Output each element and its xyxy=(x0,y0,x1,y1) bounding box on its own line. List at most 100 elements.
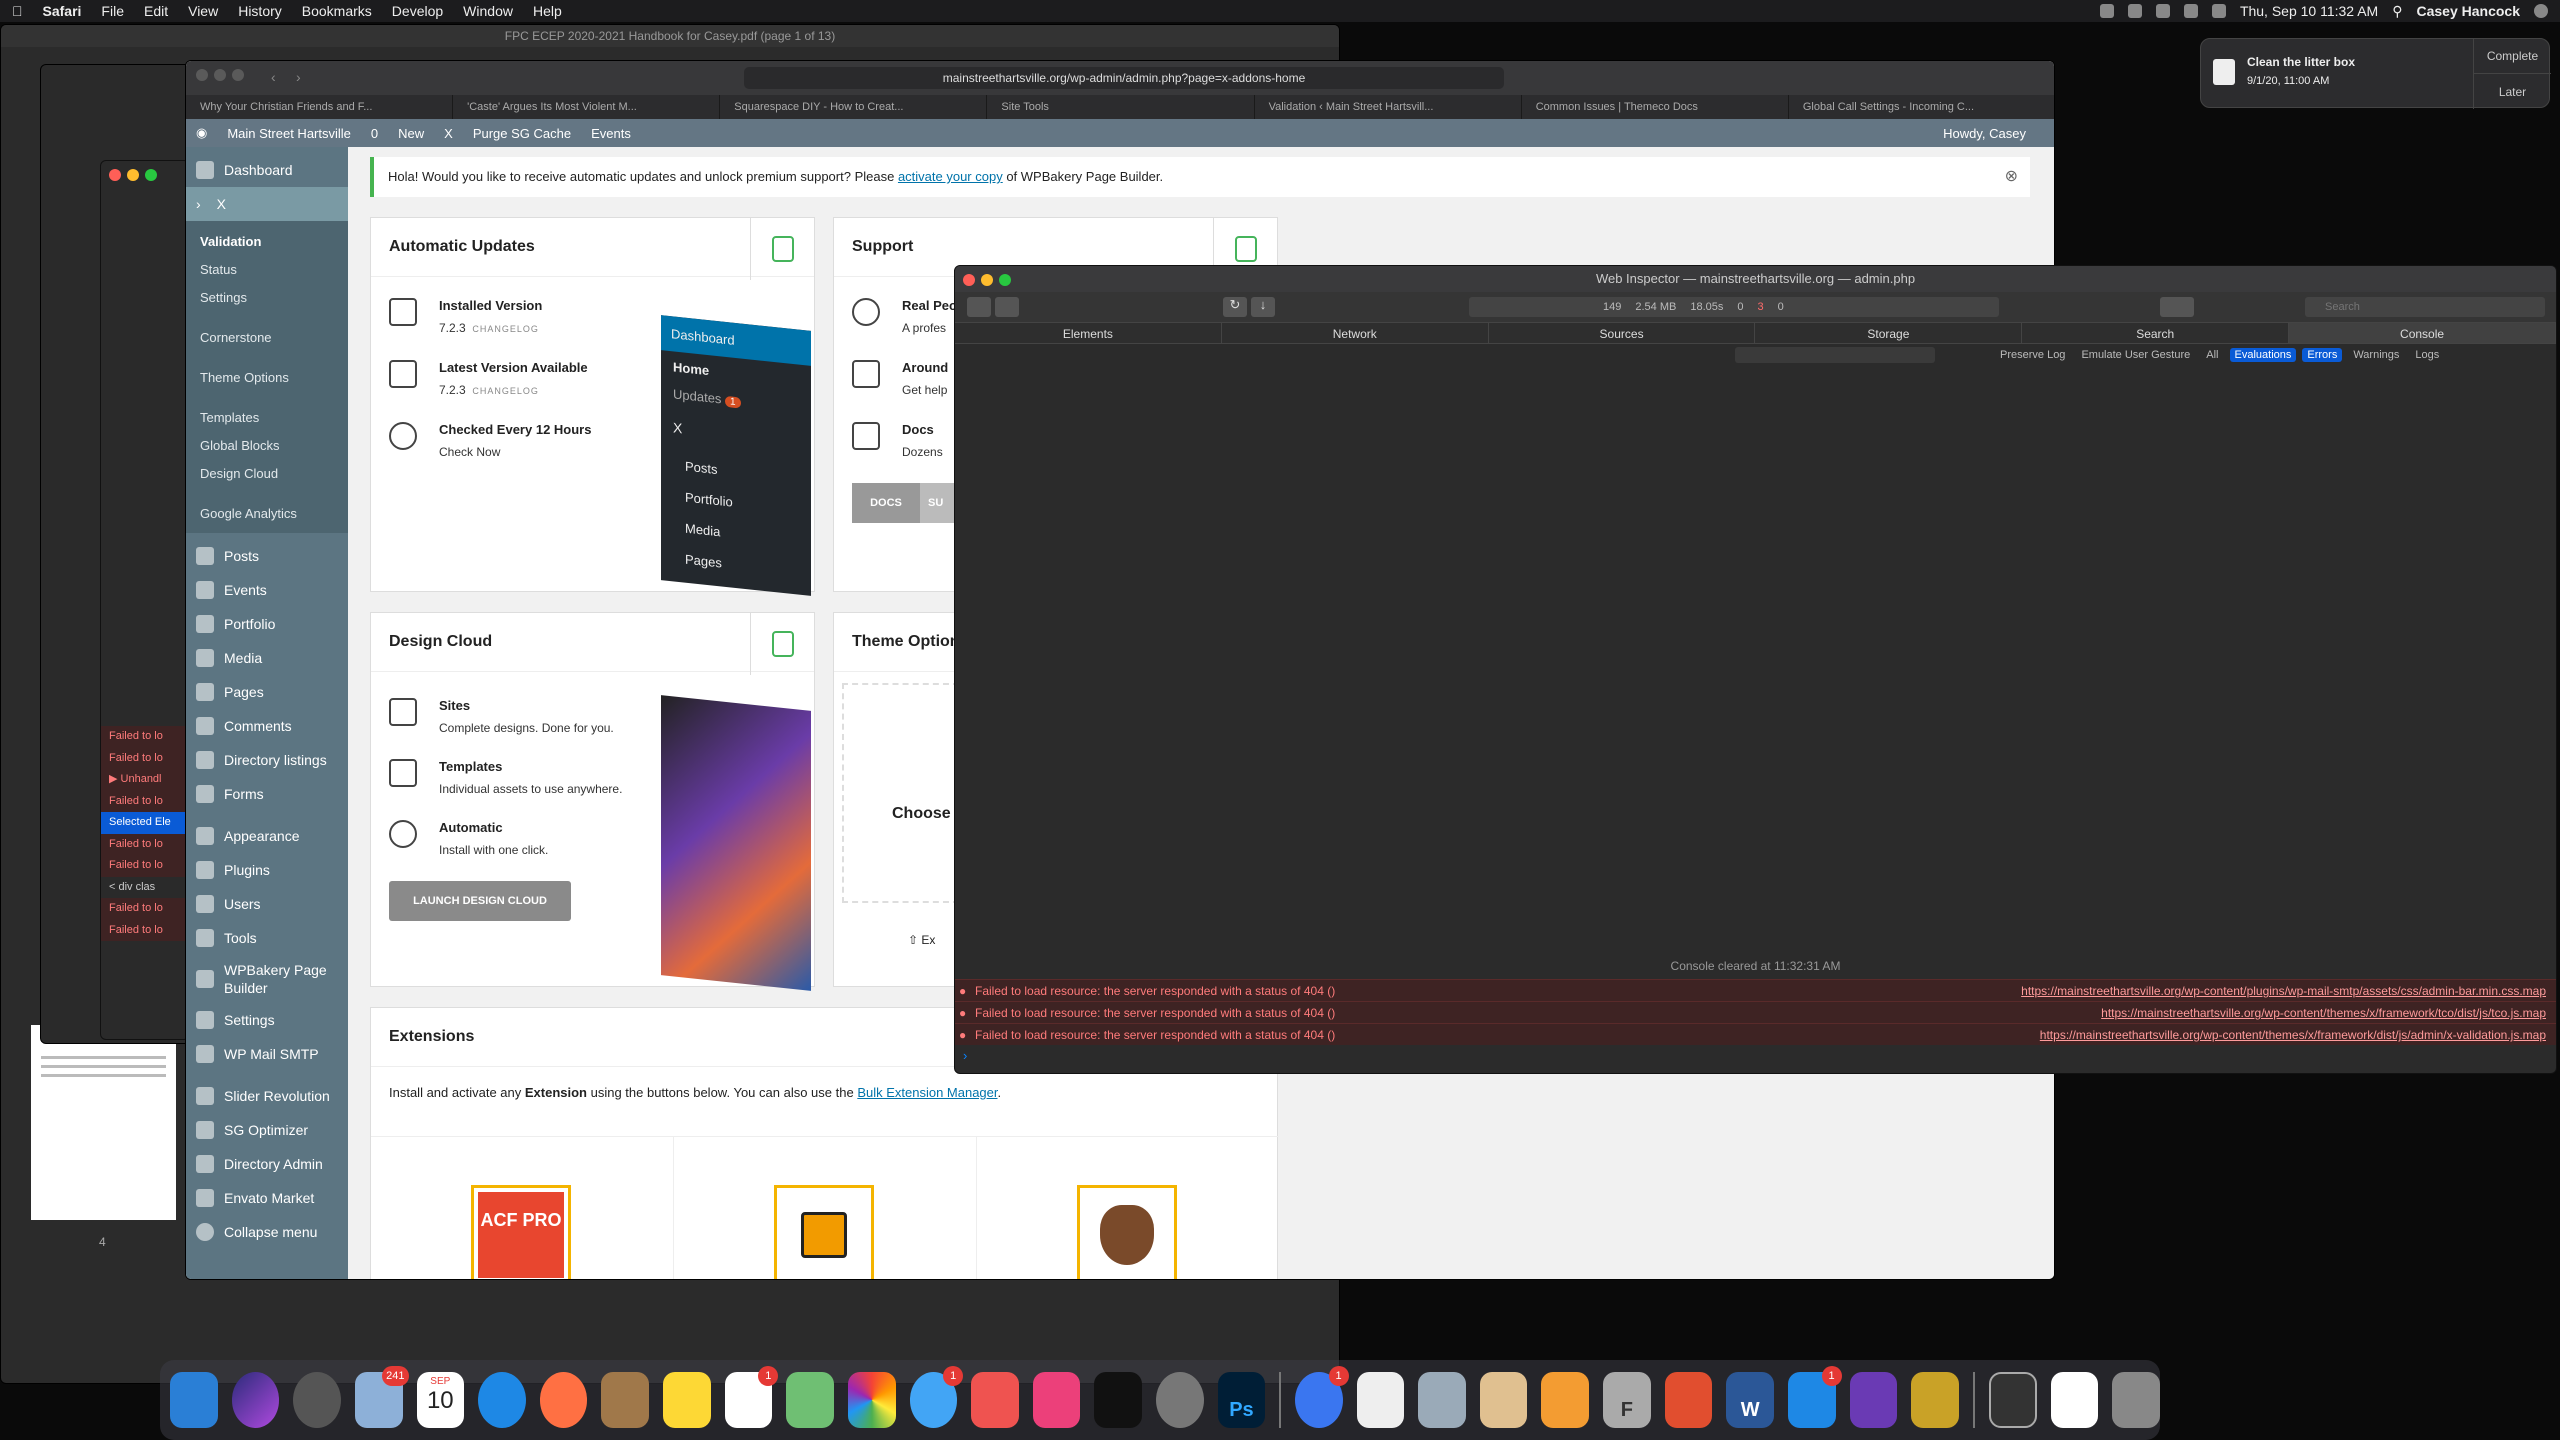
sidebar-item-wp-mail-smtp[interactable]: WP Mail SMTP xyxy=(186,1037,348,1071)
export-label[interactable]: ⇧ Ex xyxy=(908,933,935,947)
tab[interactable]: Why Your Christian Friends and F... xyxy=(186,95,454,119)
zoom-button[interactable] xyxy=(232,69,244,81)
remote-desktop-icon[interactable] xyxy=(1664,1372,1713,1428)
photos-app-icon[interactable]: 241 xyxy=(354,1366,409,1428)
menu-view[interactable]: View xyxy=(188,3,218,19)
sidebar-item-forms[interactable]: Forms xyxy=(186,777,348,811)
sidebar-item-x[interactable]: › X xyxy=(186,187,348,221)
apple-tv-icon[interactable] xyxy=(1094,1372,1142,1428)
docs-button[interactable]: DOCS xyxy=(852,483,920,523)
x-menu[interactable]: X xyxy=(444,126,453,141)
preview-icon[interactable] xyxy=(1418,1372,1466,1428)
minimize-button[interactable] xyxy=(981,274,993,286)
status-tray-icon[interactable] xyxy=(2099,4,2114,18)
menu-safari[interactable]: Safari xyxy=(43,3,82,19)
close-button[interactable] xyxy=(963,274,975,286)
control-center-icon[interactable] xyxy=(2534,4,2548,18)
launchpad-icon[interactable] xyxy=(293,1372,341,1428)
extension-content-dock[interactable] xyxy=(674,1137,977,1279)
filter-evaluations[interactable]: Evaluations xyxy=(2229,348,2297,362)
sidebar-item-directory-listings[interactable]: Directory listings xyxy=(186,743,348,777)
submenu-settings[interactable]: Settings xyxy=(186,283,348,311)
calendar-icon[interactable]: SEP 10 xyxy=(416,1372,465,1428)
sidebar-item-wpbakery[interactable]: WPBakery Page Builder xyxy=(186,955,348,1003)
finder-icon[interactable] xyxy=(170,1372,218,1428)
inspector-search-input[interactable] xyxy=(2305,297,2545,317)
menu-develop[interactable]: Develop xyxy=(392,3,443,19)
sidebar-item-portfolio[interactable]: Portfolio xyxy=(186,607,348,641)
volume-icon[interactable] xyxy=(2155,4,2170,18)
tab[interactable]: Validation ‹ Main Street Hartsvill... xyxy=(1255,95,1522,119)
forward-icon[interactable]: › xyxy=(296,69,301,85)
reload-icon[interactable]: ↻ xyxy=(1223,297,1247,317)
activate-link[interactable]: activate your copy xyxy=(898,169,1003,184)
address-bar[interactable]: mainstreethartsville.org/wp-admin/admin.… xyxy=(744,67,1504,89)
submenu-global-blocks[interactable]: Global Blocks xyxy=(186,431,348,459)
tab[interactable]: Site Tools xyxy=(987,95,1255,119)
app-store-icon[interactable]: 1 xyxy=(1787,1366,1842,1428)
site-name[interactable]: Main Street Hartsville xyxy=(227,126,351,141)
sidebar-item-pages[interactable]: Pages xyxy=(186,675,348,709)
sidebar-item-dashboard[interactable]: Dashboard xyxy=(186,153,348,187)
sidebar-item-plugins[interactable]: Plugins xyxy=(186,853,348,887)
textedit-icon[interactable] xyxy=(1356,1372,1405,1428)
error-source-link[interactable]: https://mainstreethartsville.org/wp-cont… xyxy=(2101,1002,2546,1024)
console-prompt[interactable]: › xyxy=(963,1048,967,1063)
download-icon[interactable]: ↓ xyxy=(1251,297,1275,317)
spotlight-icon[interactable]: ⚲ xyxy=(2392,3,2402,20)
tab-storage[interactable]: Storage xyxy=(1755,323,2023,343)
bluetooth-icon[interactable] xyxy=(2127,4,2142,18)
menu-help[interactable]: Help xyxy=(533,3,562,19)
purge-cache-button[interactable]: Purge SG Cache xyxy=(473,126,571,141)
tab[interactable]: 'Caste' Argues Its Most Violent M... xyxy=(453,95,721,119)
zoom-button[interactable] xyxy=(145,169,157,181)
filter-warnings[interactable]: Warnings xyxy=(2348,348,2404,362)
menu-file[interactable]: File xyxy=(101,3,124,19)
console-filter-input[interactable] xyxy=(1735,347,1935,363)
new-button[interactable]: New xyxy=(398,126,424,141)
tab-elements[interactable]: Elements xyxy=(955,323,1222,343)
comments-count[interactable]: 0 xyxy=(371,126,378,141)
tab-console[interactable]: Console xyxy=(2289,323,2556,343)
pdf-page-thumbnail[interactable] xyxy=(31,1025,176,1220)
user-name[interactable]: Casey Hancock xyxy=(2416,3,2520,19)
battery-icon[interactable] xyxy=(2211,4,2226,18)
close-button[interactable] xyxy=(196,69,208,81)
pdf-document-icon[interactable] xyxy=(2050,1372,2099,1428)
filter-all[interactable]: All xyxy=(2201,348,2223,362)
menu-history[interactable]: History xyxy=(238,3,282,19)
bulk-extension-manager-link[interactable]: Bulk Extension Manager xyxy=(857,1085,997,1100)
sidebar-item-envato-market[interactable]: Envato Market xyxy=(186,1181,348,1215)
keychain-icon[interactable] xyxy=(1911,1372,1959,1428)
trash-icon[interactable] xyxy=(2112,1372,2160,1428)
siri-icon[interactable] xyxy=(231,1372,280,1428)
minimize-button[interactable] xyxy=(127,169,139,181)
system-preferences-icon[interactable] xyxy=(1156,1372,1204,1428)
sidebar-item-sg-optimizer[interactable]: SG Optimizer xyxy=(186,1113,348,1147)
error-source-link[interactable]: https://mainstreethartsville.org/wp-cont… xyxy=(2040,1024,2546,1046)
photos-icon[interactable] xyxy=(847,1372,896,1428)
dismiss-icon[interactable]: ⊗ xyxy=(2005,157,2018,197)
emulate-gesture-checkbox[interactable]: Emulate User Gesture xyxy=(2076,348,2195,362)
sidebar-item-users[interactable]: Users xyxy=(186,887,348,921)
tab-sources[interactable]: Sources xyxy=(1489,323,1756,343)
sidebar-item-directory-admin[interactable]: Directory Admin xyxy=(186,1147,348,1181)
sidebar-item-appearance[interactable]: Appearance xyxy=(186,819,348,853)
sidebar-item-posts[interactable]: Posts xyxy=(186,539,348,573)
submenu-status[interactable]: Status xyxy=(186,255,348,283)
sidebar-item-tools[interactable]: Tools xyxy=(186,921,348,955)
preserve-log-checkbox[interactable]: Preserve Log xyxy=(1995,348,2070,362)
howdy-user[interactable]: Howdy, Casey xyxy=(1943,126,2026,141)
minimize-button[interactable] xyxy=(214,69,226,81)
filter-logs[interactable]: Logs xyxy=(2410,348,2444,362)
check-now-link[interactable]: Check Now xyxy=(439,445,591,459)
tab-network[interactable]: Network xyxy=(1222,323,1489,343)
signal-icon[interactable]: 1 xyxy=(1294,1366,1349,1428)
sidebar-item-comments[interactable]: Comments xyxy=(186,709,348,743)
safari-icon[interactable] xyxy=(478,1372,526,1428)
close-button[interactable] xyxy=(109,169,121,181)
launch-design-cloud-button[interactable]: LAUNCH DESIGN CLOUD xyxy=(389,881,571,921)
events-menu[interactable]: Events xyxy=(591,126,631,141)
messages-icon[interactable]: 1 xyxy=(909,1366,964,1428)
home-icon[interactable] xyxy=(1541,1372,1590,1428)
